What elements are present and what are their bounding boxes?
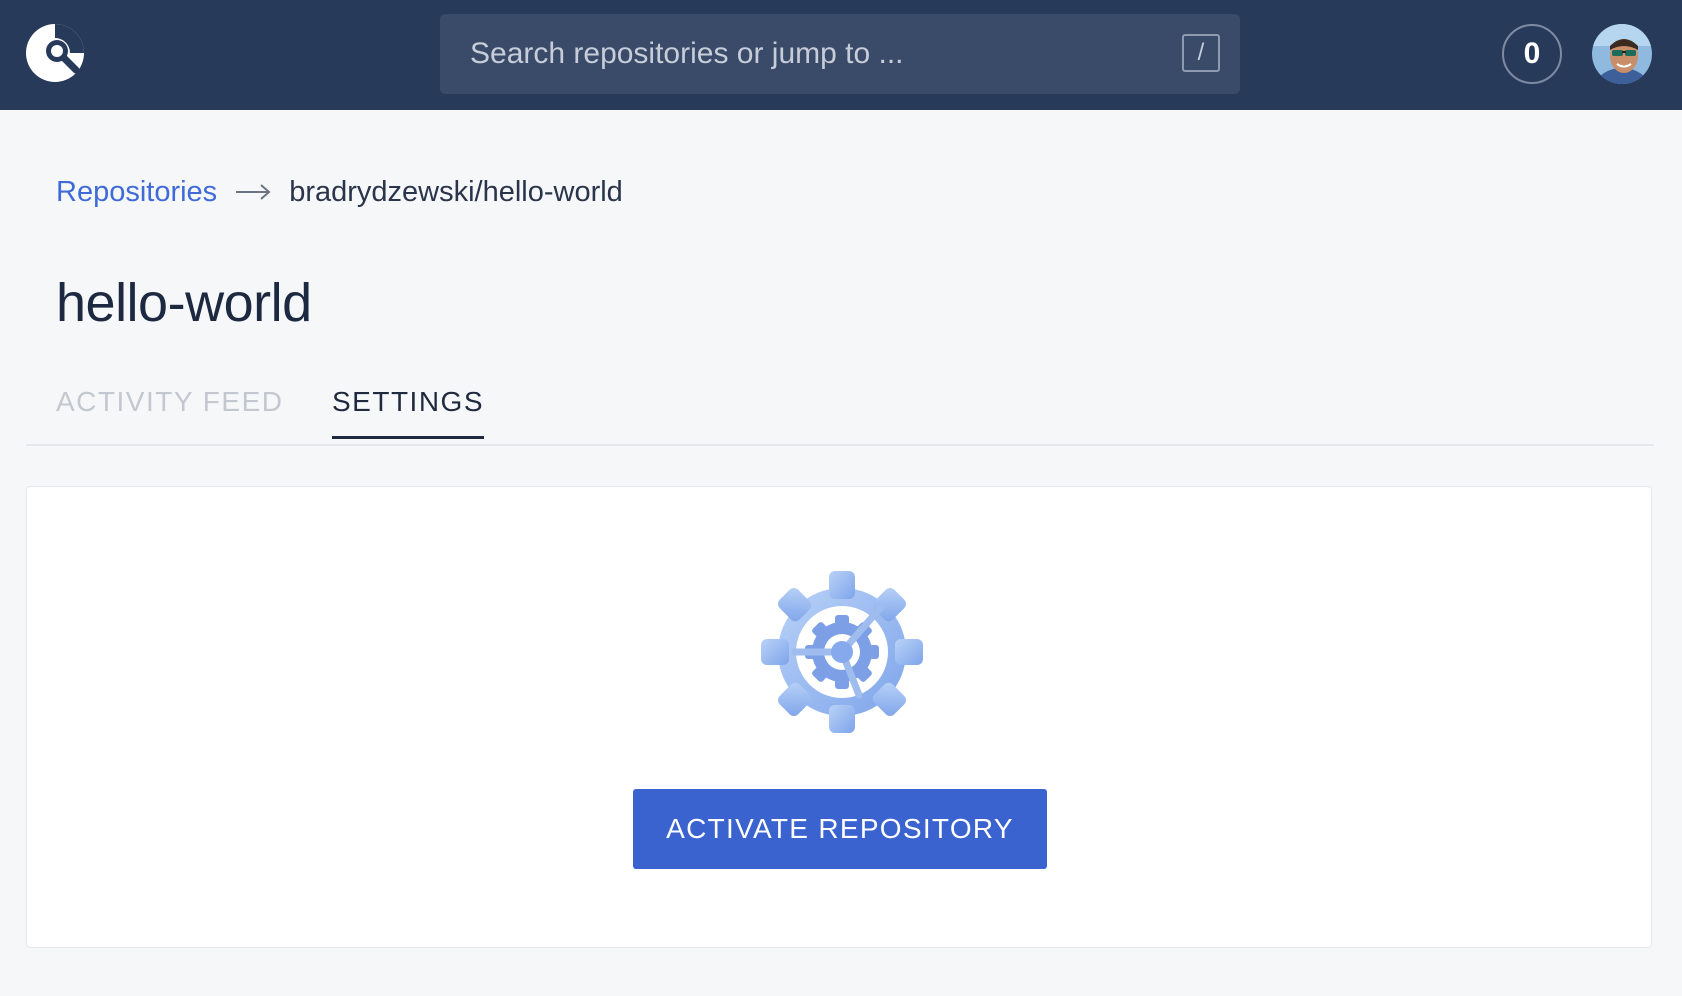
breadcrumb-current-repo: bradrydzewski/hello-world	[289, 175, 623, 208]
drone-logo-icon[interactable]	[24, 22, 86, 84]
search-shortcut-key: /	[1182, 34, 1220, 72]
search-input[interactable]	[440, 14, 1240, 94]
avatar-image	[1592, 24, 1652, 84]
notifications-count-button[interactable]: 0	[1502, 24, 1562, 84]
tab-bar: ACTIVITY FEED SETTINGS	[26, 376, 1654, 446]
tab-settings[interactable]: SETTINGS	[332, 386, 485, 439]
gear-steering-icon	[761, 571, 923, 733]
activate-repository-button[interactable]: ACTIVATE REPOSITORY	[633, 789, 1047, 869]
arrow-right-icon	[236, 184, 271, 200]
search-bar: /	[440, 14, 1240, 94]
page-title: hello-world	[56, 273, 312, 333]
top-navbar: / 0	[0, 0, 1682, 110]
activate-card: ACTIVATE REPOSITORY	[26, 486, 1652, 948]
breadcrumb-repositories-link[interactable]: Repositories	[56, 176, 217, 209]
breadcrumb: Repositories bradrydzewski/hello-world	[56, 172, 623, 212]
user-avatar[interactable]	[1592, 24, 1652, 84]
tab-activity-feed[interactable]: ACTIVITY FEED	[56, 386, 283, 418]
page: / 0 Repositories bradrydzewski/hello-wor…	[0, 0, 1682, 996]
